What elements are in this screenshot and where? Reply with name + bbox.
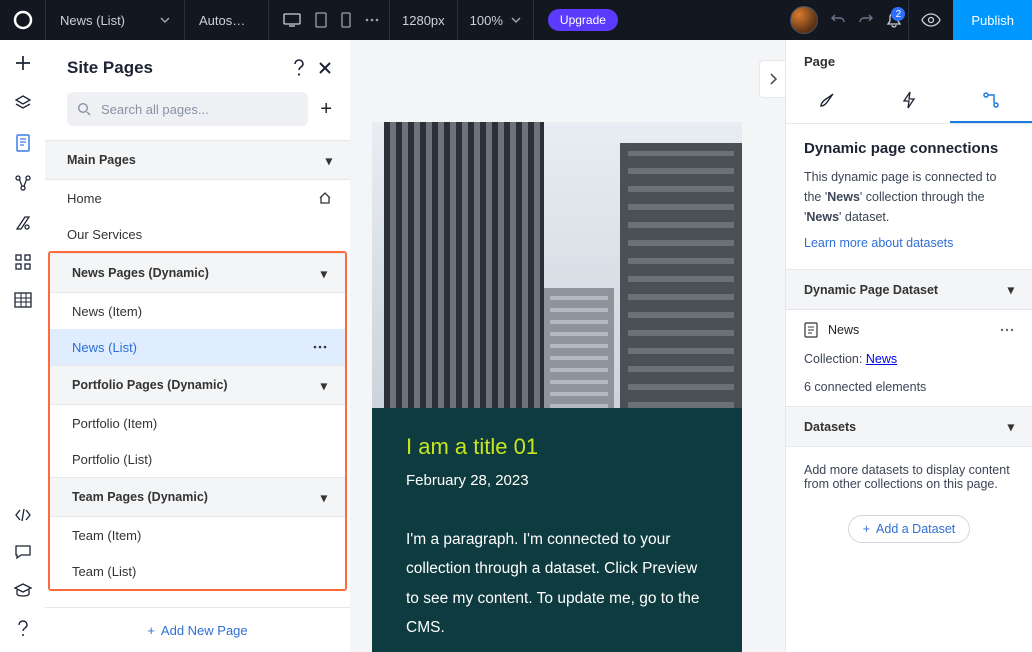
more-icon[interactable] [1000, 328, 1014, 332]
tab-interactions-icon[interactable] [868, 79, 950, 121]
right-panel-tabs [786, 79, 1032, 124]
rail-learn-icon[interactable] [0, 582, 45, 598]
panel-close-icon[interactable] [318, 61, 332, 75]
panel-title: Site Pages [67, 58, 153, 78]
device-desktop-icon[interactable] [283, 13, 301, 27]
device-more-icon[interactable] [365, 18, 379, 22]
learn-more-link[interactable]: Learn more about datasets [804, 236, 953, 250]
section-body: This dynamic page is connected to the 'N… [804, 167, 1014, 227]
plus-icon: + [147, 623, 155, 638]
plus-icon: + [863, 522, 870, 536]
dynamic-connections-section: Dynamic page connections This dynamic pa… [786, 124, 1032, 269]
topbar: News (List) Autos… 1280px 100% Upgrade 2… [0, 0, 1032, 40]
rail-apps-icon[interactable] [0, 254, 45, 270]
more-icon[interactable] [313, 345, 327, 349]
tab-design-icon[interactable] [786, 79, 868, 121]
page-group-team[interactable]: Team Pages (Dynamic) ▾ [50, 477, 345, 517]
card-date: February 28, 2023 [406, 472, 708, 489]
add-new-page-button[interactable]: + Add New Page [45, 607, 350, 652]
rail-data-icon[interactable] [0, 292, 45, 308]
device-switcher [269, 0, 389, 40]
page-item-home[interactable]: Home [45, 180, 350, 216]
redo-icon[interactable] [858, 12, 874, 28]
rail-chat-icon[interactable] [0, 544, 45, 560]
caret-down-icon: ▾ [321, 378, 327, 393]
page-group-portfolio[interactable]: Portfolio Pages (Dynamic) ▾ [50, 365, 345, 405]
home-icon [318, 191, 332, 205]
chevron-down-icon [160, 15, 170, 25]
tab-data-icon[interactable] [950, 79, 1032, 123]
page-item-services[interactable]: Our Services [45, 216, 350, 252]
news-card[interactable]: I am a title 01 February 28, 2023 I'm a … [372, 122, 742, 652]
card-title: I am a title 01 [406, 434, 708, 460]
device-mobile-icon[interactable] [341, 12, 351, 28]
search-pages-input[interactable] [67, 92, 308, 126]
caret-down-icon: ▾ [321, 490, 327, 505]
preview-icon[interactable] [921, 13, 941, 27]
caret-down-icon: ▾ [1008, 282, 1014, 297]
viewport-width[interactable]: 1280px [390, 0, 457, 40]
page-selector-label: News (List) [60, 13, 125, 28]
rail-cms-icon[interactable] [0, 174, 45, 192]
rail-theme-icon[interactable] [0, 214, 45, 232]
card-image [372, 122, 742, 408]
autosave-status[interactable]: Autos… [185, 0, 268, 40]
expand-panel-icon[interactable] [759, 60, 786, 98]
search-icon [77, 102, 91, 116]
page-item-portfolio-list[interactable]: Portfolio (List) [50, 441, 345, 477]
page-item-news-list[interactable]: News (List) [50, 329, 345, 365]
chevron-down-icon [511, 15, 521, 25]
caret-down-icon: ▾ [326, 153, 332, 168]
undo-icon[interactable] [830, 12, 846, 28]
page-item-portfolio-item[interactable]: Portfolio (Item) [50, 405, 345, 441]
add-page-icon[interactable]: + [320, 98, 332, 121]
page-item-team-item[interactable]: Team (Item) [50, 517, 345, 553]
page-group-news[interactable]: News Pages (Dynamic) ▾ [50, 253, 345, 293]
accordion-datasets[interactable]: Datasets ▾ [786, 406, 1032, 447]
connected-elements: 6 connected elements [804, 380, 1014, 394]
caret-down-icon: ▾ [1008, 419, 1014, 434]
app-logo[interactable] [0, 10, 45, 30]
datasets-section: Add more datasets to display content fro… [786, 447, 1032, 503]
notifications-badge: 2 [891, 7, 905, 21]
page-item-news-item[interactable]: News (Item) [50, 293, 345, 329]
zoom-level[interactable]: 100% [458, 0, 533, 40]
page-group-main[interactable]: Main Pages ▾ [45, 140, 350, 180]
right-panel: Page Dynamic page connections This dynam… [785, 40, 1032, 652]
rail-pages-icon[interactable] [0, 134, 45, 152]
notifications-icon[interactable]: 2 [886, 11, 902, 29]
user-avatar[interactable] [790, 6, 818, 34]
right-panel-title: Page [786, 40, 1032, 79]
rail-layers-icon[interactable] [0, 94, 45, 112]
dataset-info: News Collection: News 6 connected elemen… [786, 310, 1032, 406]
panel-help-icon[interactable] [292, 59, 306, 77]
dynamic-pages-highlight: News Pages (Dynamic) ▾ News (Item) News … [48, 251, 347, 591]
page-item-team-list[interactable]: Team (List) [50, 553, 345, 589]
add-dataset-button[interactable]: + Add a Dataset [848, 515, 971, 543]
accordion-dynamic-dataset[interactable]: Dynamic Page Dataset ▾ [786, 269, 1032, 310]
site-pages-panel: Site Pages + Main Pages ▾ Home Our Servi… [45, 40, 351, 652]
page-selector[interactable]: News (List) [46, 0, 184, 40]
caret-down-icon: ▾ [321, 266, 327, 281]
rail-add-icon[interactable] [0, 54, 45, 72]
upgrade-button[interactable]: Upgrade [534, 0, 632, 40]
card-paragraph: I'm a paragraph. I'm connected to your c… [406, 525, 708, 643]
rail-help-icon[interactable] [0, 620, 45, 638]
left-rail [0, 40, 45, 652]
rail-code-icon[interactable] [0, 508, 45, 522]
section-heading: Dynamic page connections [804, 140, 1014, 157]
editor-canvas: I am a title 01 February 28, 2023 I'm a … [350, 40, 786, 652]
device-tablet-icon[interactable] [315, 12, 327, 28]
dataset-icon [804, 322, 818, 338]
publish-button[interactable]: Publish [953, 0, 1032, 40]
collection-link[interactable]: News [866, 352, 897, 366]
